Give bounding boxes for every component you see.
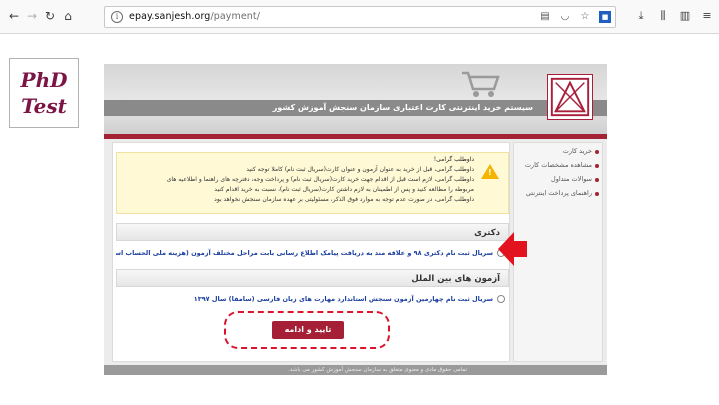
option-row-phd[interactable]: سریال ثبت نام دکتری ۹۸ و علاقه مند به در…	[116, 244, 509, 262]
option-row-international[interactable]: سریال ثبت نام چهارمین آزمون سنجش استاندا…	[116, 290, 509, 308]
logo-line-2: Test	[21, 94, 67, 118]
site-info-icon[interactable]: i	[111, 11, 123, 23]
sanjesh-emblem-icon	[547, 74, 593, 120]
site-banner: سیستم خرید اینترنتی کارت اعتباری سازمان …	[104, 64, 607, 134]
sidebar-item-payment-guide[interactable]: راهنمای پرداخت اینترنتی	[526, 189, 592, 197]
option-label-phd[interactable]: سریال ثبت نام دکتری ۹۸ و علاقه مند به در…	[116, 249, 493, 257]
footer-text: تمامی حقوق مادی و معنوی متعلق به سازمان …	[288, 367, 467, 373]
back-icon[interactable]: ←	[7, 9, 21, 23]
address-bar[interactable]: i epay.sanjesh.org/payment/ ▤ ◡ ☆ ■	[104, 6, 616, 28]
bullet-icon	[595, 164, 599, 168]
notice-box: ! داوطلب گرامی! داوطلب گرامی، قبل از خری…	[116, 152, 509, 214]
phd-test-logo: PhD Test	[9, 58, 79, 128]
notice-line: داوطلب گرامی، قبل از خرید به عنوان آزمون…	[246, 166, 474, 173]
notice-line: داوطلب گرامی، لازم است قبل از اقدام جهت …	[166, 176, 474, 183]
screen: ← → ↻ ⌂ i epay.sanjesh.org/payment/ ▤ ◡ …	[0, 0, 719, 405]
notice-line: داوطلب گرامی، در صورت عدم توجه به موارد …	[214, 196, 474, 203]
notice-line: مربوطه را مطالعه کنید و پس از اطمینان به…	[214, 186, 474, 193]
logo-line-1: PhD	[20, 68, 68, 92]
browser-toolbar: ← → ↻ ⌂ i epay.sanjesh.org/payment/ ▤ ◡ …	[0, 0, 719, 34]
bookmark-star-icon[interactable]: ☆	[579, 11, 591, 23]
pocket-icon[interactable]: ◡	[559, 11, 571, 23]
confirm-continue-button[interactable]: تایید و ادامه	[272, 321, 344, 339]
bullet-icon	[595, 150, 599, 154]
bullet-icon	[595, 178, 599, 182]
site-footer: تمامی حقوق مادی و معنوی متعلق به سازمان …	[104, 365, 607, 375]
url-host: epay.sanjesh.org	[129, 11, 211, 22]
browser-tools: ⤓ ⫼ ▥ ≡	[635, 9, 713, 23]
sidebar-icon[interactable]: ▥	[679, 9, 691, 23]
library-icon[interactable]: ⫼	[657, 9, 669, 23]
banner-title: سیستم خرید اینترنتی کارت اعتباری سازمان …	[272, 103, 533, 112]
sidebar-item-faq[interactable]: سوالات متداول	[551, 175, 592, 183]
forward-icon[interactable]: →	[25, 9, 39, 23]
download-icon[interactable]: ⤓	[635, 9, 647, 23]
radio-button-international[interactable]	[497, 295, 505, 303]
reload-icon[interactable]: ↻	[43, 9, 57, 23]
home-icon[interactable]: ⌂	[61, 9, 75, 23]
section-heading-phd: دکتری	[116, 223, 509, 241]
warning-icon: !	[481, 164, 499, 179]
url-path: /payment/	[210, 11, 261, 22]
notice-text: داوطلب گرامی! داوطلب گرامی، قبل از خرید …	[124, 155, 474, 205]
url-text[interactable]: epay.sanjesh.org/payment/	[129, 11, 260, 22]
reader-view-icon[interactable]: ▤	[539, 11, 551, 23]
url-actions: ▤ ◡ ☆ ■	[539, 11, 611, 25]
notice-title: داوطلب گرامی!	[433, 156, 474, 163]
option-label-international[interactable]: سریال ثبت نام چهارمین آزمون سنجش استاندا…	[194, 295, 493, 303]
bullet-icon	[595, 192, 599, 196]
sidebar-item-view-card[interactable]: مشاهده مشخصات کارت	[525, 161, 592, 169]
shopping-cart-icon	[462, 71, 500, 97]
red-arrow-icon	[498, 232, 527, 266]
extension-icon[interactable]: ■	[599, 11, 611, 23]
sidebar-item-buy-card[interactable]: خرید کارت	[563, 147, 592, 155]
menu-icon[interactable]: ≡	[701, 9, 713, 23]
section-heading-international: آزمون های بین الملل	[116, 269, 509, 287]
